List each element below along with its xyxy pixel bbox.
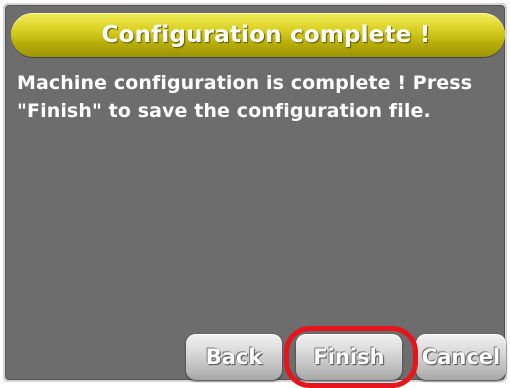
- finish-button[interactable]: Finish: [296, 334, 402, 380]
- back-button[interactable]: Back: [186, 334, 282, 380]
- dialog-message: Machine configuration is complete ! Pres…: [17, 72, 473, 122]
- cancel-button[interactable]: Cancel: [416, 334, 506, 380]
- dialog-title: Configuration complete !: [101, 22, 431, 48]
- dialog-panel: Configuration complete ! Machine configu…: [3, 3, 507, 382]
- dialog-title-bar: Configuration complete !: [11, 13, 505, 57]
- device-screen: Configuration complete ! Machine configu…: [0, 0, 510, 388]
